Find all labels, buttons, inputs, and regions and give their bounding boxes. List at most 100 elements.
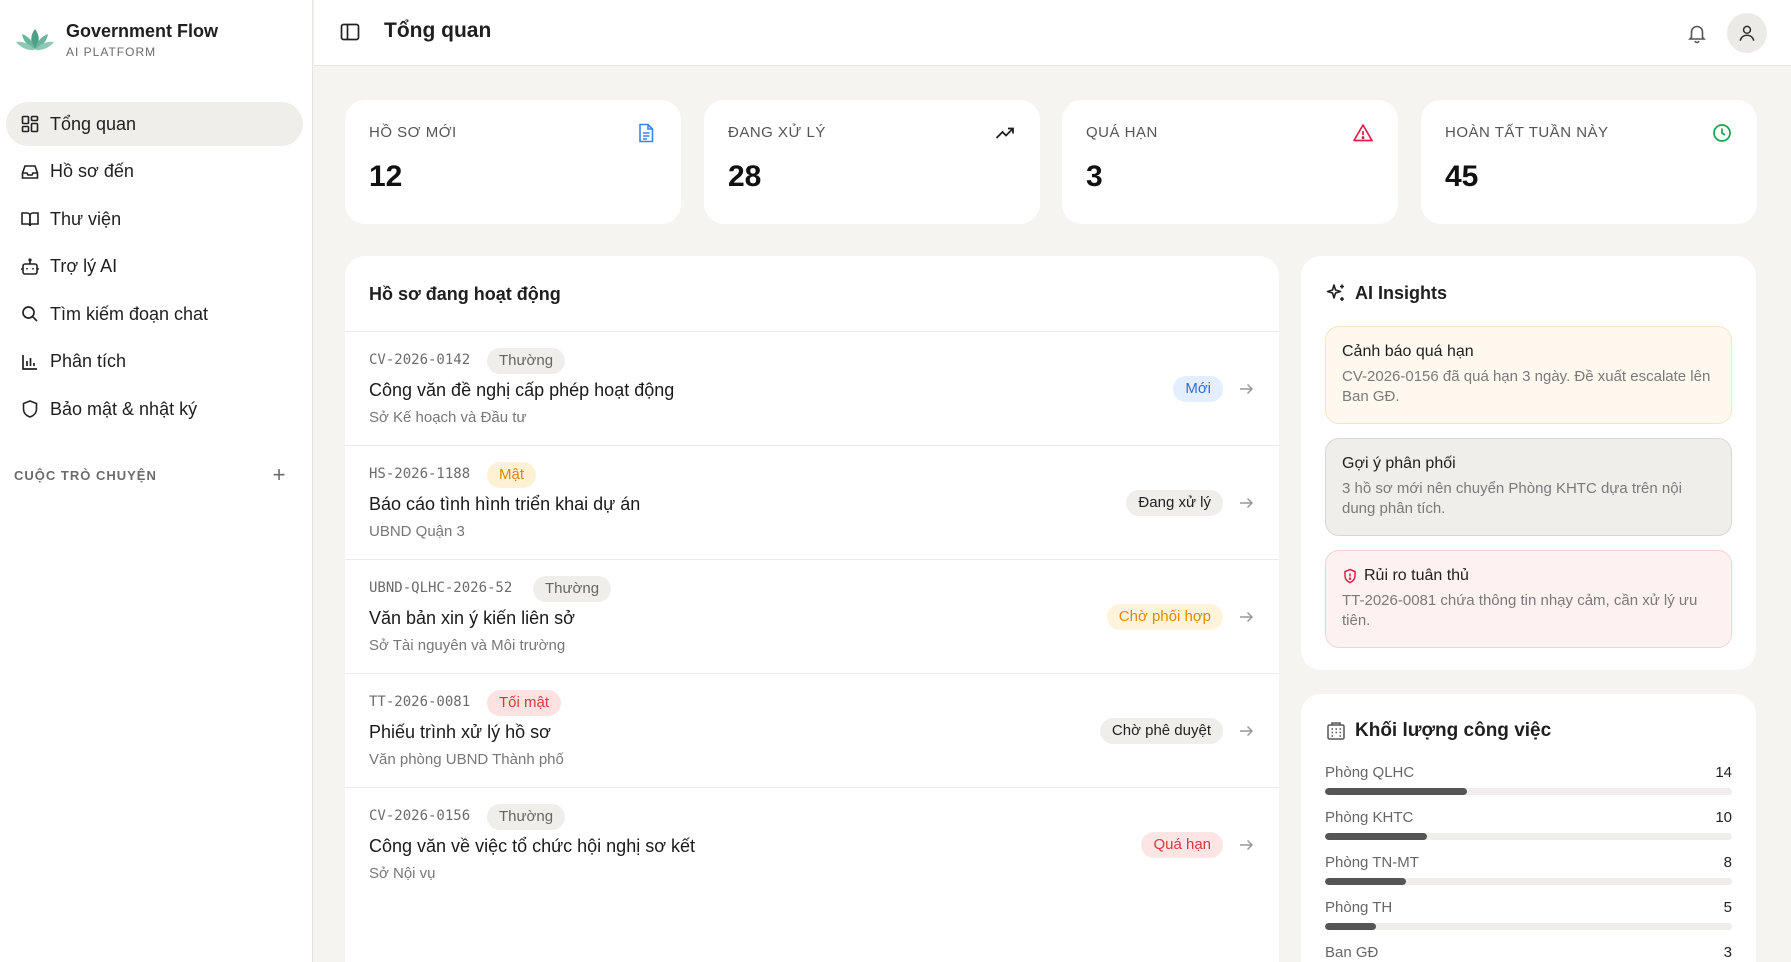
status-badge: Mới xyxy=(1173,376,1223,402)
sidebar-item-label: Trợ lý AI xyxy=(50,256,118,276)
sidebar-item-label: Hồ sơ đến xyxy=(50,161,134,181)
case-organization: UBND Quận 3 xyxy=(369,523,465,540)
department-name: Phòng TH xyxy=(1325,899,1393,916)
department-name: Phòng KHTC xyxy=(1325,809,1414,826)
stat-value: 45 xyxy=(1445,160,1479,193)
status-badge: Chờ phối hợp xyxy=(1106,604,1223,630)
stat-label: QUÁ HẠN xyxy=(1086,124,1158,141)
classification-badge: Thường xyxy=(533,576,612,602)
workload-row: Phòng TN-MT 8 xyxy=(1325,854,1732,894)
search-icon xyxy=(20,304,40,324)
stat-card-completed-week[interactable]: HOÀN TẤT TUẦN NÀY 45 xyxy=(1421,100,1757,224)
arrow-right-icon[interactable] xyxy=(1237,380,1255,398)
robot-icon xyxy=(20,257,40,277)
sidebar-item-library[interactable]: Thư viện xyxy=(6,197,303,241)
book-icon xyxy=(20,209,40,229)
insight-heading-text: Rủi ro tuân thủ xyxy=(1364,567,1469,584)
bar-chart-icon xyxy=(20,352,40,372)
workload-bar-fill xyxy=(1325,923,1376,930)
insight-heading: Gợi ý phân phối xyxy=(1342,455,1456,472)
stat-label: ĐANG XỬ LÝ xyxy=(728,124,826,141)
case-organization: Sở Tài nguyên và Môi trường xyxy=(369,637,566,654)
panel-title-text: AI Insights xyxy=(1355,282,1448,303)
workload-bar-fill xyxy=(1325,878,1407,885)
workload-panel: Khối lượng công việc Phòng QLHC 14 Phòng… xyxy=(1301,694,1756,962)
insight-body: 3 hồ sơ mới nên chuyển Phòng KHTC dựa tr… xyxy=(1342,480,1682,517)
insight-heading: Cảnh báo quá hạn xyxy=(1342,343,1474,360)
insight-body: TT-2026-0081 chứa thông tin nhạy cảm, cầ… xyxy=(1342,592,1698,629)
arrow-right-icon[interactable] xyxy=(1237,836,1255,854)
case-code: UBND-QLHC-2026-52 xyxy=(369,580,513,596)
case-row[interactable]: CV-2026-0142 Thường Công văn đề nghị cấp… xyxy=(345,331,1279,445)
avatar[interactable] xyxy=(1727,13,1767,53)
sidebar-nav: Tổng quan Hồ sơ đến Thư viện Trợ lý AI T… xyxy=(6,102,303,435)
sidebar: Government Flow AI PLATFORM Tổng quan Hồ… xyxy=(0,0,313,962)
ai-insights-panel: AI Insights Cảnh báo quá hạn CV-2026-015… xyxy=(1301,256,1756,670)
insight-card-distribution[interactable]: Gợi ý phân phối 3 hồ sơ mới nên chuyển P… xyxy=(1325,438,1732,536)
stat-card-processing[interactable]: ĐANG XỬ LÝ 28 xyxy=(704,100,1040,224)
shield-alert-icon xyxy=(1344,568,1356,584)
status-badge: Chờ phê duyệt xyxy=(1099,718,1223,744)
case-title: Phiếu trình xử lý hồ sơ xyxy=(369,722,551,742)
sidebar-item-inbox[interactable]: Hồ sơ đến xyxy=(6,150,303,194)
classification-badge: Mật xyxy=(487,462,537,488)
workload-row: Phòng KHTC 10 xyxy=(1325,809,1732,849)
case-row[interactable]: UBND-QLHC-2026-52 Thường Văn bản xin ý k… xyxy=(345,559,1279,673)
case-code: TT-2026-0081 xyxy=(369,694,471,710)
arrow-right-icon[interactable] xyxy=(1237,722,1255,740)
classification-badge: Thường xyxy=(487,804,566,830)
workload-bar-fill xyxy=(1325,833,1427,840)
case-code: CV-2026-0156 xyxy=(369,808,471,824)
sidebar-item-label: Phân tích xyxy=(50,351,127,371)
lotus-logo-icon xyxy=(16,29,54,51)
sidebar-item-search-chat[interactable]: Tìm kiếm đoạn chat xyxy=(6,292,303,336)
status-badge: Quá hạn xyxy=(1141,832,1223,858)
case-row[interactable]: TT-2026-0081 Tối mật Phiếu trình xử lý h… xyxy=(345,673,1279,787)
brand[interactable]: Government Flow AI PLATFORM xyxy=(14,20,218,60)
clock-icon xyxy=(1713,124,1731,142)
stat-card-new[interactable]: HỒ SƠ MỚI 12 xyxy=(345,100,681,224)
workload-row: Phòng QLHC 14 xyxy=(1325,764,1732,804)
top-bar: Tổng quan xyxy=(314,0,1791,66)
insight-card-overdue-warning[interactable]: Cảnh báo quá hạn CV-2026-0156 đã quá hạn… xyxy=(1325,326,1732,424)
department-name: Phòng QLHC xyxy=(1325,764,1415,781)
bell-icon[interactable] xyxy=(1686,22,1708,44)
sidebar-item-label: Bảo mật & nhật ký xyxy=(50,398,198,419)
case-title: Báo cáo tình hình triển khai dự án xyxy=(369,494,641,514)
arrow-right-icon[interactable] xyxy=(1237,494,1255,512)
sidebar-item-analytics[interactable]: Phân tích xyxy=(6,340,303,384)
workload-bar-track xyxy=(1325,923,1732,930)
department-count: 5 xyxy=(1723,899,1732,916)
workload-bar-track xyxy=(1325,878,1732,885)
insight-body: CV-2026-0156 đã quá hạn 3 ngày. Đề xuất … xyxy=(1342,368,1711,405)
sidebar-item-overview[interactable]: Tổng quan xyxy=(6,102,303,146)
alert-triangle-icon xyxy=(1353,124,1373,142)
stat-card-overdue[interactable]: QUÁ HẠN 3 xyxy=(1062,100,1398,224)
arrow-right-icon[interactable] xyxy=(1237,608,1255,626)
document-icon xyxy=(639,123,654,143)
sidebar-item-label: Tìm kiếm đoạn chat xyxy=(50,303,209,324)
sidebar-toggle-icon[interactable] xyxy=(339,21,361,43)
workload-row: Ban GĐ 3 xyxy=(1325,944,1732,962)
stat-value: 12 xyxy=(369,160,403,193)
brand-subtitle: AI PLATFORM xyxy=(66,45,157,59)
case-row[interactable]: HS-2026-1188 Mật Báo cáo tình hình triển… xyxy=(345,445,1279,559)
case-row[interactable]: CV-2026-0156 Thường Công văn về việc tổ … xyxy=(345,787,1279,901)
classification-badge: Thường xyxy=(487,348,566,374)
department-count: 8 xyxy=(1723,854,1732,871)
sidebar-item-security[interactable]: Bảo mật & nhật ký xyxy=(6,387,303,431)
workload-row: Phòng TH 5 xyxy=(1325,899,1732,939)
sidebar-item-label: Thư viện xyxy=(50,208,122,229)
grid-icon xyxy=(20,114,40,134)
panel-title-text: Khối lượng công việc xyxy=(1355,720,1552,741)
status-badge: Đang xử lý xyxy=(1126,490,1223,516)
sidebar-item-ai-assistant[interactable]: Trợ lý AI xyxy=(6,245,303,289)
insight-card-compliance-risk[interactable]: Rủi ro tuân thủ TT-2026-0081 chứa thông … xyxy=(1325,550,1732,648)
stat-value: 3 xyxy=(1086,160,1103,193)
add-conversation-button[interactable]: + xyxy=(268,464,290,486)
classification-badge: Tối mật xyxy=(487,690,562,716)
building-icon xyxy=(1327,722,1345,740)
case-organization: Sở Nội vụ xyxy=(369,865,436,882)
sidebar-item-label: Tổng quan xyxy=(50,113,137,134)
stat-value: 28 xyxy=(728,160,762,193)
